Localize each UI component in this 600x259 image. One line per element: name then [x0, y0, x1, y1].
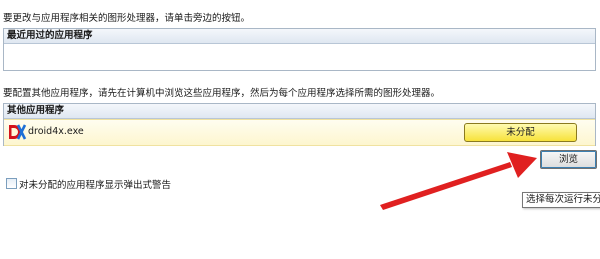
red-arrow-annotation [380, 152, 537, 210]
arrow-head [507, 152, 537, 178]
arrow-shaft [380, 162, 512, 210]
